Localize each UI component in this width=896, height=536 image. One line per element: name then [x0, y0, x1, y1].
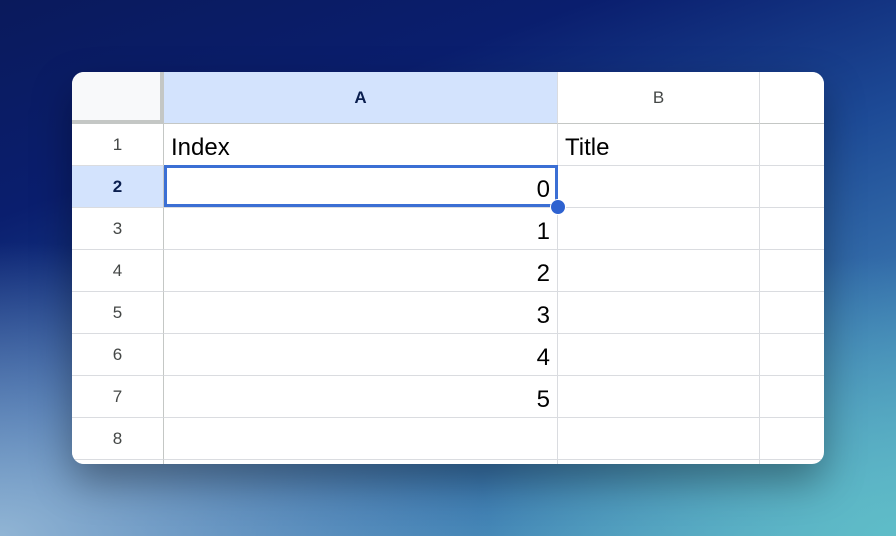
row-header-5[interactable]: 5: [72, 292, 164, 334]
cell-b1[interactable]: Title: [558, 124, 760, 166]
cell-a5[interactable]: 3: [164, 292, 558, 334]
cell-c3[interactable]: [760, 208, 824, 250]
cell-a6[interactable]: 4: [164, 334, 558, 376]
cell-b4[interactable]: [558, 250, 760, 292]
row-header-2[interactable]: 2: [72, 166, 164, 208]
row-header-1[interactable]: 1: [72, 124, 164, 166]
cell-a3[interactable]: 1: [164, 208, 558, 250]
cell-a2[interactable]: 0: [164, 166, 558, 208]
cell-a8[interactable]: [164, 418, 558, 460]
cell-c7[interactable]: [760, 376, 824, 418]
cell-c1[interactable]: [760, 124, 824, 166]
fill-handle[interactable]: [550, 199, 566, 215]
cell-c2[interactable]: [760, 166, 824, 208]
cell-c4[interactable]: [760, 250, 824, 292]
spreadsheet-grid: A B 1 Index Title 2 0 3 1 4 2 5 3 6 4 7 …: [72, 72, 824, 464]
cell-c6[interactable]: [760, 334, 824, 376]
cell-b6[interactable]: [558, 334, 760, 376]
row-header-3[interactable]: 3: [72, 208, 164, 250]
cell-b2[interactable]: [558, 166, 760, 208]
cell-a4[interactable]: 2: [164, 250, 558, 292]
column-header-c[interactable]: [760, 72, 824, 124]
column-header-a[interactable]: A: [164, 72, 558, 124]
row-header-8[interactable]: 8: [72, 418, 164, 460]
row-header-4[interactable]: 4: [72, 250, 164, 292]
row-header-6[interactable]: 6: [72, 334, 164, 376]
cell-b5[interactable]: [558, 292, 760, 334]
cell-c5[interactable]: [760, 292, 824, 334]
cell-c9[interactable]: [760, 460, 824, 464]
cell-a9[interactable]: [164, 460, 558, 464]
cell-b8[interactable]: [558, 418, 760, 460]
spreadsheet-window: A B 1 Index Title 2 0 3 1 4 2 5 3 6 4 7 …: [72, 72, 824, 464]
cell-c8[interactable]: [760, 418, 824, 460]
row-header-7[interactable]: 7: [72, 376, 164, 418]
cell-a7[interactable]: 5: [164, 376, 558, 418]
select-all-corner[interactable]: [72, 72, 164, 124]
column-header-b[interactable]: B: [558, 72, 760, 124]
cell-b7[interactable]: [558, 376, 760, 418]
cell-a1[interactable]: Index: [164, 124, 558, 166]
row-header-9[interactable]: [72, 460, 164, 464]
cell-b9[interactable]: [558, 460, 760, 464]
cell-b3[interactable]: [558, 208, 760, 250]
